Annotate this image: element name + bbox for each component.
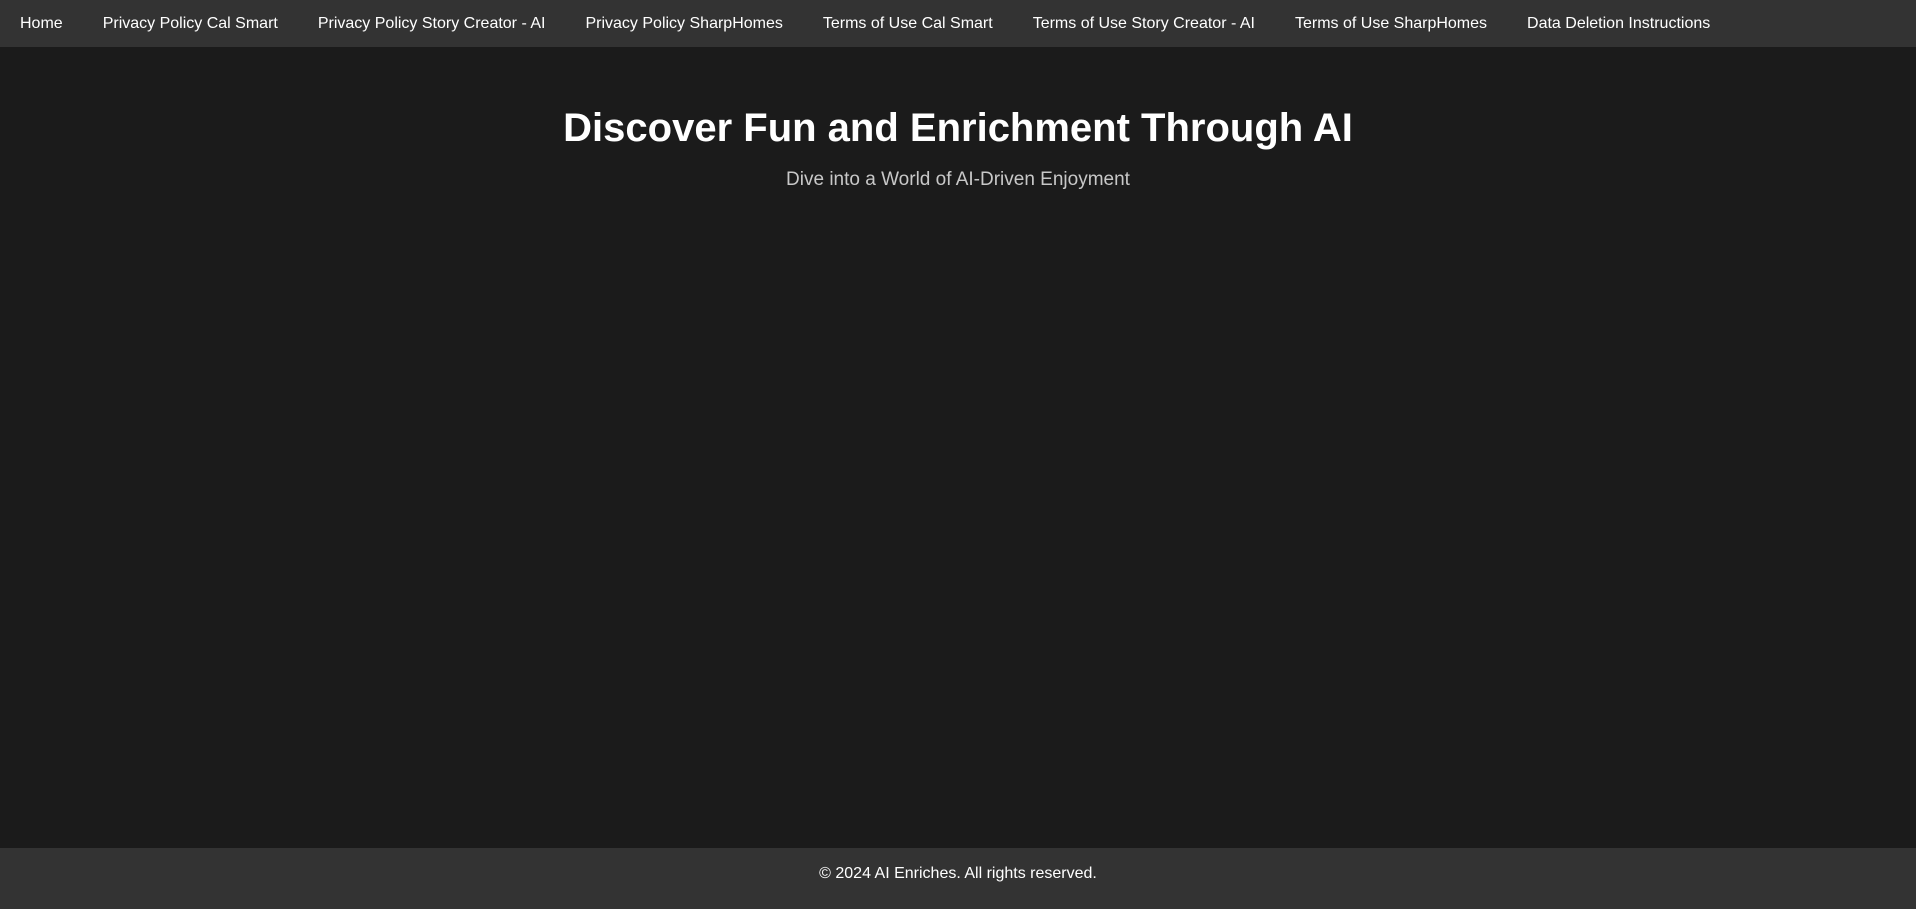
hero-section: Discover Fun and Enrichment Through AI D… xyxy=(0,100,1916,194)
nav-link-terms-of-use-cal-smart[interactable]: Terms of Use Cal Smart xyxy=(823,0,993,47)
nav-link-terms-of-use-story-creator[interactable]: Terms of Use Story Creator - AI xyxy=(1033,0,1255,47)
top-navigation-bar: Home Privacy Policy Cal Smart Privacy Po… xyxy=(0,0,1916,47)
hero-title: Discover Fun and Enrichment Through AI xyxy=(563,106,1353,150)
nav-link-privacy-policy-cal-smart[interactable]: Privacy Policy Cal Smart xyxy=(103,0,278,47)
nav-link-data-deletion-instructions[interactable]: Data Deletion Instructions xyxy=(1527,0,1710,47)
hero-subtitle: Dive into a World of AI-Driven Enjoyment xyxy=(786,169,1130,190)
nav-link-privacy-policy-sharphomes[interactable]: Privacy Policy SharpHomes xyxy=(585,0,782,47)
footer-copyright: © 2024 AI Enriches. All rights reserved. xyxy=(819,864,1097,882)
footer: © 2024 AI Enriches. All rights reserved. xyxy=(0,848,1916,909)
page: Home Privacy Policy Cal Smart Privacy Po… xyxy=(0,0,1916,909)
nav-link-home[interactable]: Home xyxy=(20,0,63,47)
nav-link-terms-of-use-sharphomes[interactable]: Terms of Use SharpHomes xyxy=(1295,0,1487,47)
nav-link-privacy-policy-story-creator[interactable]: Privacy Policy Story Creator - AI xyxy=(318,0,546,47)
